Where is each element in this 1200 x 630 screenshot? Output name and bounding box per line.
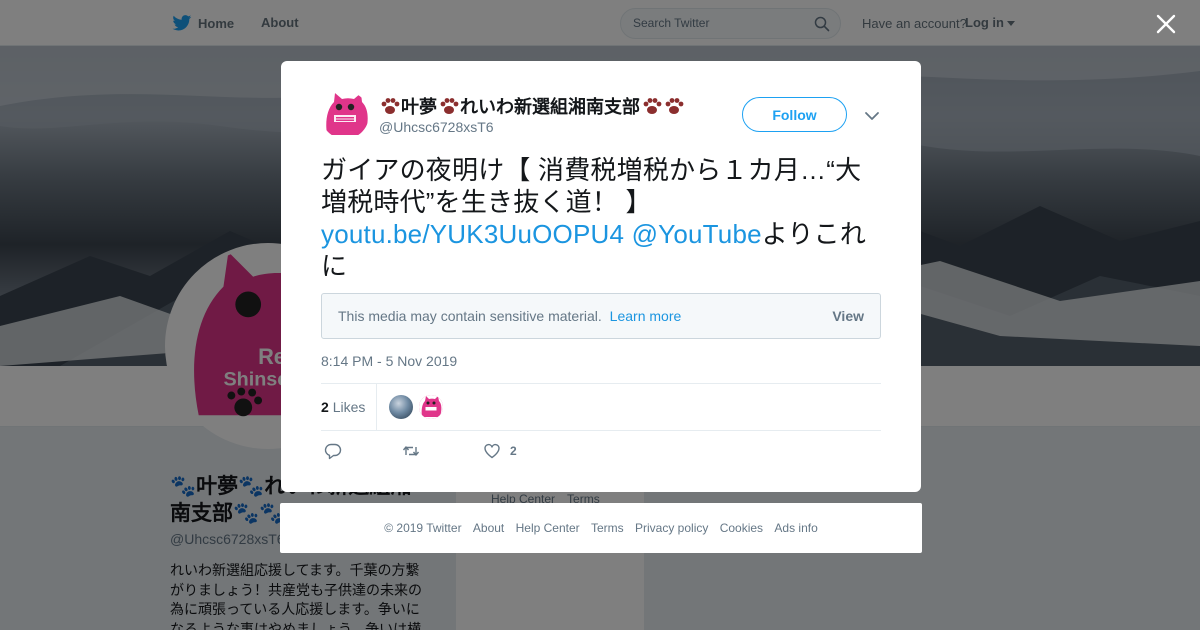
- close-icon[interactable]: [1155, 13, 1177, 35]
- author-name-part-2: れいわ新選組湘南支部: [460, 97, 640, 117]
- footer-link-ads-info[interactable]: Ads info: [774, 521, 817, 535]
- tweet-author-handle[interactable]: @Uhcsc6728xsT6: [379, 119, 494, 135]
- chevron-down-icon[interactable]: [864, 108, 880, 124]
- likes-count: 2: [321, 399, 329, 415]
- liker-avatar[interactable]: [419, 395, 443, 419]
- footer-link-privacy[interactable]: Privacy policy: [635, 521, 708, 535]
- stats-divider: [376, 384, 377, 431]
- modal-footer: © 2019 Twitter About Help Center Terms P…: [280, 503, 922, 553]
- follow-button[interactable]: Follow: [742, 97, 847, 132]
- retweet-icon: [402, 446, 420, 456]
- likes-label: Likes: [332, 399, 366, 415]
- tweet-author-avatar[interactable]: [321, 91, 369, 139]
- footer-link-help-center[interactable]: Help Center: [516, 521, 580, 535]
- tweet-text: ガイアの夜明け【 消費税増税から１カ月…“大増税時代”を生き抜く道！ 】 you…: [321, 154, 881, 282]
- tweet-timestamp[interactable]: 8:14 PM - 5 Nov 2019: [321, 353, 457, 369]
- sensitive-media-text: This media may contain sensitive materia…: [338, 308, 602, 324]
- view-media-button[interactable]: View: [832, 308, 864, 324]
- tweet-card: 叶夢 れいわ新選組湘南支部 @Uhcsc6728xsT6 Follow ガイアの…: [281, 61, 921, 492]
- reiwa-cat-mini-icon: [419, 395, 443, 419]
- footer-link-terms[interactable]: Terms: [591, 521, 624, 535]
- reiwa-cat-avatar-icon: [321, 91, 369, 139]
- footer-links: © 2019 Twitter About Help Center Terms P…: [280, 521, 922, 535]
- reply-icon: [324, 443, 342, 460]
- likes-stat[interactable]: 2 Likes: [321, 399, 365, 415]
- footer-link-about[interactable]: About: [473, 521, 504, 535]
- tweet-text-body: ガイアの夜明け【 消費税増税から１カ月…“大増税時代”を生き抜く道！ 】: [321, 155, 862, 217]
- footer-link-cookies[interactable]: Cookies: [720, 521, 763, 535]
- sensitive-media-message: This media may contain sensitive materia…: [338, 308, 681, 324]
- liker-avatar[interactable]: [389, 395, 413, 419]
- like-button[interactable]: 2: [483, 442, 517, 460]
- reply-button[interactable]: [324, 442, 342, 460]
- paw-icon: [643, 98, 662, 114]
- paw-icon: [665, 98, 684, 114]
- heart-icon: [484, 443, 500, 459]
- tweet-actions: 2: [321, 442, 621, 462]
- paw-icon: [440, 98, 459, 114]
- tweet-author-name[interactable]: 叶夢 れいわ新選組湘南支部: [379, 93, 684, 119]
- tweet-link-mention[interactable]: @YouTube: [632, 219, 762, 249]
- author-name-part-1: 叶夢: [401, 97, 437, 117]
- paw-icon: [381, 98, 400, 114]
- learn-more-link[interactable]: Learn more: [610, 308, 682, 324]
- sensitive-media-notice: This media may contain sensitive materia…: [321, 293, 881, 339]
- footer-copyright: © 2019 Twitter: [384, 521, 462, 535]
- tweet-stats: 2 Likes: [321, 383, 881, 431]
- retweet-button[interactable]: [402, 442, 420, 460]
- like-count: 2: [510, 444, 517, 458]
- tweet-link-url[interactable]: youtu.be/YUK3UuOOPU4: [321, 219, 624, 249]
